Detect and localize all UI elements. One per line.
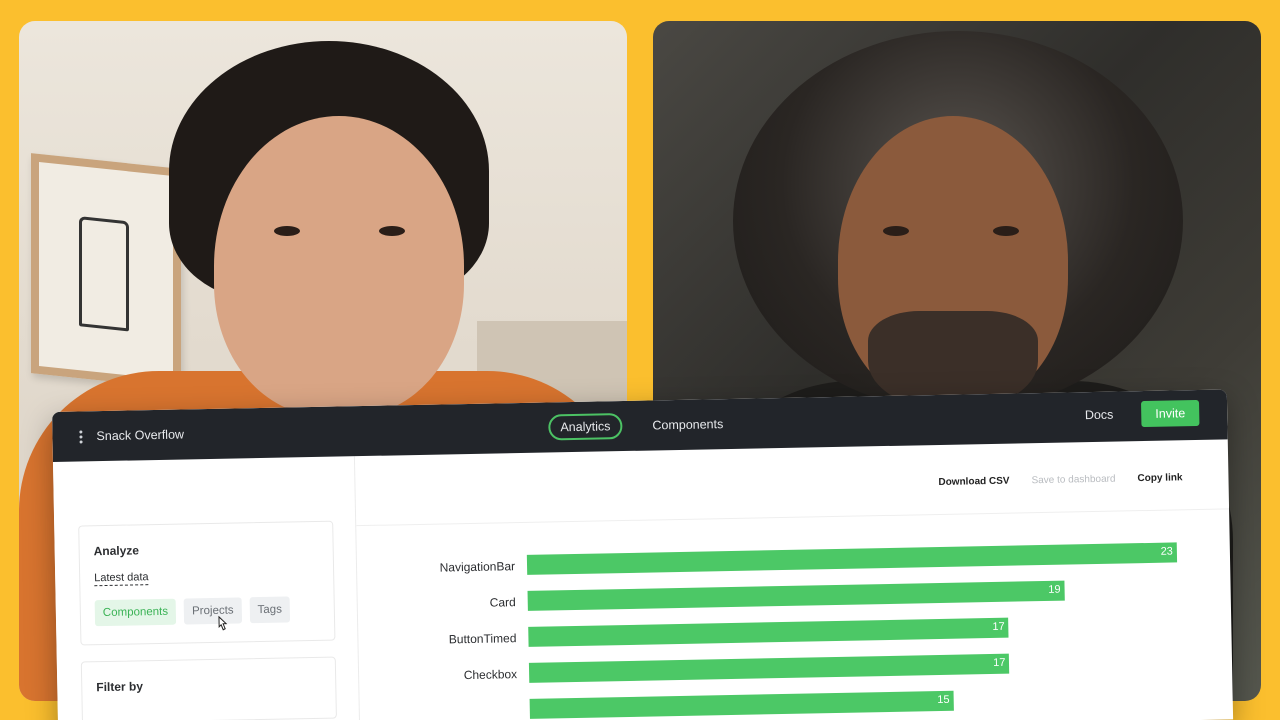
bar-label: ButtonTimed xyxy=(448,631,517,647)
bar[interactable]: 19 xyxy=(527,580,1065,611)
bar-value-label: 17 xyxy=(992,620,1005,633)
download-csv-button[interactable]: Download CSV xyxy=(938,476,1009,488)
more-menu-icon[interactable] xyxy=(76,429,84,443)
docs-link[interactable]: Docs xyxy=(1085,408,1114,423)
bar-row: ButtonTimed 17 xyxy=(358,613,1231,650)
bar[interactable]: 23 xyxy=(526,542,1178,575)
bar-chart: NavigationBar 23 Card 19 ButtonTimed 17 Checkb… xyxy=(356,509,1233,720)
bar-row: Card 19 xyxy=(358,577,1231,614)
chip-tags[interactable]: Tags xyxy=(249,596,291,624)
bar-value-label: 17 xyxy=(993,656,1006,669)
app-window: Snack Overflow Analytics Components Docs… xyxy=(52,389,1234,720)
sidebar: Analyze Latest data Components Projects … xyxy=(52,456,361,720)
tab-analytics[interactable]: Analytics xyxy=(548,413,623,441)
tab-components[interactable]: Components xyxy=(640,411,735,439)
filter-card: Filter by xyxy=(80,656,337,720)
analyze-title: Analyze xyxy=(93,543,140,559)
copy-link-button[interactable]: Copy link xyxy=(1137,472,1182,484)
app-title: Snack Overflow xyxy=(96,427,185,444)
filter-title: Filter by xyxy=(96,679,144,695)
bar-row: Checkbox 17 xyxy=(359,649,1232,686)
top-bar-actions: Docs Invite xyxy=(1085,399,1200,428)
bar-value-label: 19 xyxy=(1048,583,1061,596)
bar-label: Card xyxy=(489,595,516,610)
bar[interactable]: 17 xyxy=(528,653,1010,683)
bar-value-label: 23 xyxy=(1160,545,1173,558)
chip-projects[interactable]: Projects xyxy=(183,597,242,631)
invite-button[interactable]: Invite xyxy=(1141,399,1200,428)
bar-row: NavigationBar 23 xyxy=(357,541,1230,578)
analyze-card: Analyze Latest data Components Projects … xyxy=(78,520,336,646)
chip-components[interactable]: Components xyxy=(94,598,177,627)
bar-row: 15 xyxy=(360,685,1233,720)
participant-1-face xyxy=(214,116,464,416)
analyze-chip-group: Components Projects Tags xyxy=(94,596,320,631)
bar-value-label: 15 xyxy=(937,693,950,707)
bar-label xyxy=(360,703,518,706)
latest-data-dropdown[interactable]: Latest data xyxy=(94,571,149,587)
bar-label: NavigationBar xyxy=(439,559,516,575)
bar-label: Checkbox xyxy=(463,667,518,683)
main-panel: Download CSV Save to dashboard Copy link… xyxy=(354,439,1233,720)
save-to-dashboard-button[interactable]: Save to dashboard xyxy=(1031,474,1115,487)
bar[interactable]: 15 xyxy=(529,690,954,719)
bar[interactable]: 17 xyxy=(528,617,1009,647)
wall-artwork xyxy=(31,153,181,389)
main-nav: Analytics Components xyxy=(548,411,735,441)
